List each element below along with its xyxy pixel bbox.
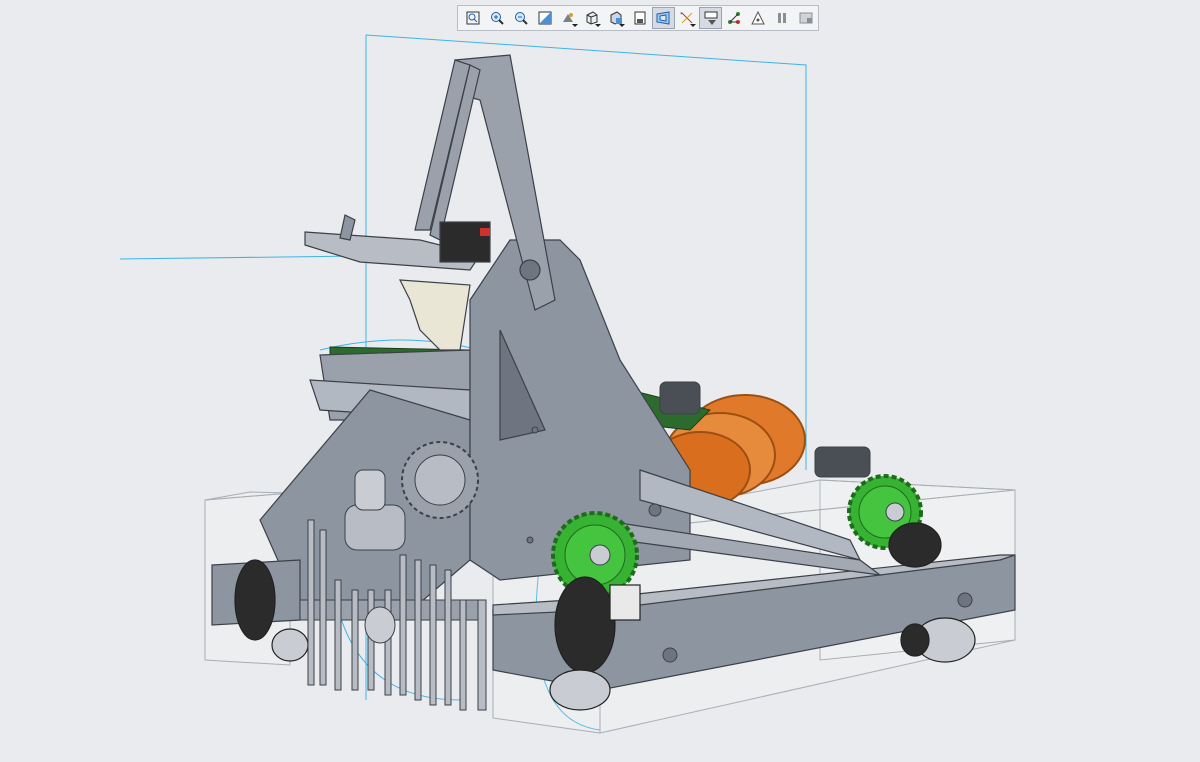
pause-icon — [777, 13, 786, 23]
dropdown-arrow-icon[interactable] — [619, 24, 626, 27]
toolbar-button-saved-orientations[interactable] — [581, 7, 604, 29]
dropdown-arrow-icon[interactable] — [690, 24, 697, 27]
toolbar-button-pause[interactable] — [771, 7, 794, 29]
appearance-gallery-icon — [799, 12, 813, 24]
toolbar-button-refit[interactable] — [462, 7, 485, 29]
graphics-viewport[interactable] — [0, 0, 1200, 758]
toolbar-button-display-style[interactable] — [557, 7, 580, 29]
toolbar-button-zoom-out[interactable] — [509, 7, 532, 29]
toolbar-button-appearance[interactable] — [794, 7, 817, 29]
view-manager-icon — [634, 11, 645, 25]
section-icon — [704, 11, 718, 25]
toolbar-button-view-manager[interactable] — [628, 7, 651, 29]
repaint-icon — [538, 11, 552, 25]
drive-gear-left — [401, 441, 479, 519]
dropdown-arrow-icon[interactable] — [595, 24, 602, 27]
gripper — [304, 214, 491, 351]
toolbar-button-repaint[interactable] — [533, 7, 556, 29]
zoom-out-icon — [514, 12, 528, 25]
toolbar-button-zoom-in[interactable] — [486, 7, 509, 29]
toolbar-button-annotation-display[interactable] — [723, 7, 746, 29]
dropdown-arrow-icon[interactable] — [571, 24, 578, 27]
toolbar-button-section[interactable] — [699, 7, 723, 29]
view-toolbar: * — [457, 5, 819, 31]
toolbar-button-datum-display[interactable]: * — [676, 7, 699, 29]
toolbar-button-perspective[interactable] — [651, 7, 675, 29]
zoom-in-icon — [491, 12, 504, 25]
perspective-view-icon — [656, 11, 670, 25]
spin-center-icon — [751, 10, 765, 25]
toolbar-button-spin-center[interactable] — [747, 7, 770, 29]
annotation-display-icon — [728, 12, 741, 24]
refit-icon — [466, 11, 480, 25]
robot-assembly-model[interactable] — [0, 0, 1200, 758]
toolbar-button-named-views[interactable] — [604, 7, 627, 29]
lift-arm — [414, 54, 556, 311]
